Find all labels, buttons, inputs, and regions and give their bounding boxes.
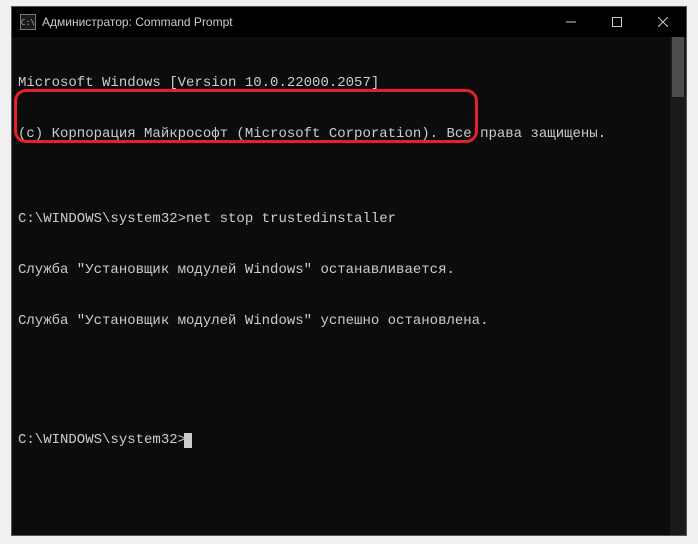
cursor [184,433,192,448]
prompt-line: C:\WINDOWS\system32> [18,432,680,449]
output-line: Служба "Установщик модулей Windows" успе… [18,313,680,330]
scrollbar[interactable] [670,37,686,535]
minimize-icon [566,17,576,27]
cmd-icon-text: C:\ [21,18,35,27]
output-line: Microsoft Windows [Version 10.0.22000.20… [18,75,680,92]
close-button[interactable] [640,7,686,37]
window-title: Администратор: Command Prompt [42,15,233,29]
output-line: Служба "Установщик модулей Windows" оста… [18,262,680,279]
minimize-button[interactable] [548,7,594,37]
cmd-icon: C:\ [20,14,36,30]
scrollbar-thumb[interactable] [672,37,684,97]
maximize-icon [612,17,622,27]
prompt-text: C:\WINDOWS\system32> [18,432,186,448]
terminal-area[interactable]: Microsoft Windows [Version 10.0.22000.20… [12,37,686,535]
prompt-line: C:\WINDOWS\system32>net stop trustedinst… [18,211,680,228]
maximize-button[interactable] [594,7,640,37]
output-line: (c) Корпорация Майкрософт (Microsoft Cor… [18,126,680,143]
close-icon [658,17,668,27]
command-prompt-window: C:\ Администратор: Command Prompt Micros… [11,6,687,536]
titlebar[interactable]: C:\ Администратор: Command Prompt [12,7,686,37]
